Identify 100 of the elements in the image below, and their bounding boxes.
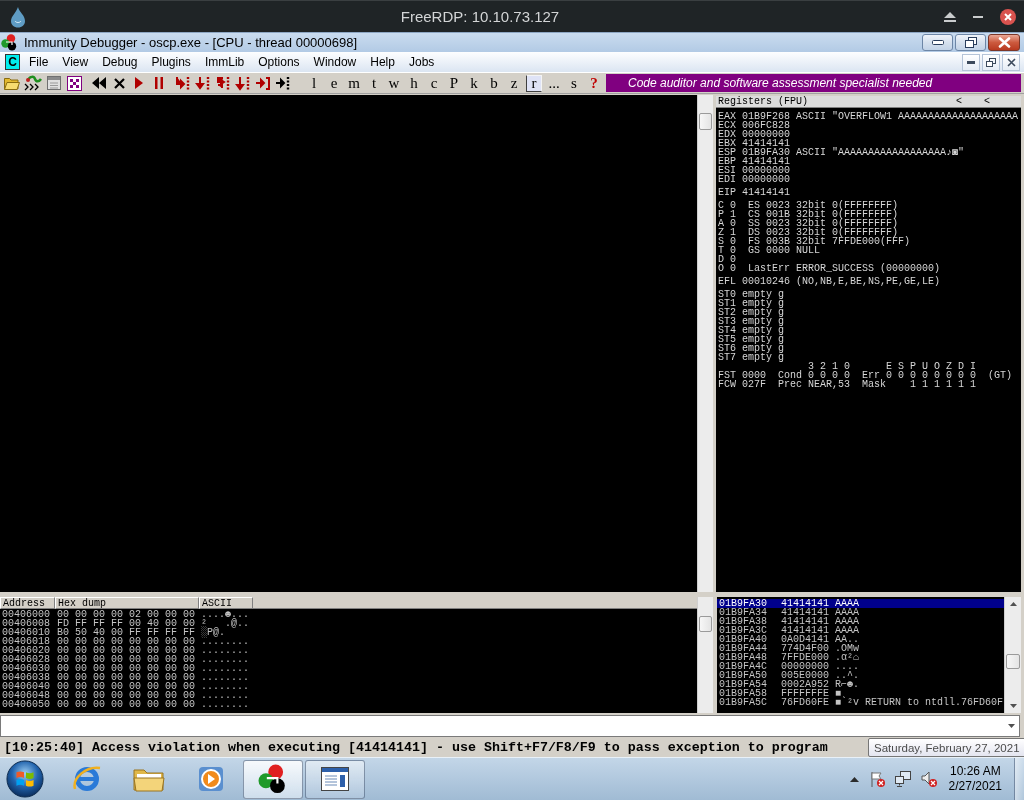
start-orb-icon[interactable] — [6, 760, 44, 798]
taskbar-button[interactable] — [305, 759, 365, 799]
arrow-down-dots-icon[interactable] — [194, 75, 210, 91]
stack-address-cell[interactable]: 01B9FA48 — [717, 653, 779, 662]
folder-icon[interactable] — [4, 76, 20, 90]
letter-button[interactable]: ... — [546, 74, 562, 92]
letter-button[interactable]: h — [406, 74, 422, 92]
letter-button[interactable]: e — [326, 74, 342, 92]
close-icon[interactable] — [1000, 8, 1016, 25]
eject-icon[interactable] — [944, 11, 956, 22]
close-icon[interactable] — [113, 77, 125, 89]
stack-address-cell[interactable]: 01B9FA50 — [717, 671, 779, 680]
letter-button[interactable]: s — [566, 74, 582, 92]
stack-value-cell[interactable]: 00000000 — [779, 662, 833, 671]
arrow-down-dots-icon[interactable] — [234, 75, 250, 91]
stack-ascii-cell[interactable]: AA.. — [833, 635, 1004, 644]
stack-address-cell[interactable]: 01B9FA40 — [717, 635, 779, 644]
show-desktop-button[interactable] — [1014, 758, 1024, 800]
stack-ascii-cell[interactable]: AAAA — [833, 599, 1004, 608]
stack-ascii-cell[interactable]: .... — [833, 662, 1004, 671]
stack-ascii-cell[interactable]: AAAA — [833, 617, 1004, 626]
child-close-button[interactable] — [1002, 53, 1020, 71]
scrollbar[interactable] — [697, 597, 713, 713]
arrow-right-dots-icon[interactable] — [274, 75, 290, 91]
arrow-button[interactable]: < — [983, 96, 991, 107]
column-header[interactable]: ASCII — [199, 597, 253, 609]
letter-button[interactable]: r — [526, 74, 542, 92]
bent-arrow-dots-icon[interactable] — [174, 75, 190, 91]
menu-item[interactable]: Window — [306, 53, 364, 71]
column-header[interactable]: Hex dump — [55, 597, 199, 609]
letter-button[interactable]: m — [346, 74, 362, 92]
rewind-icon[interactable] — [92, 77, 106, 89]
stack-address-cell[interactable]: 01B9FA4C — [717, 662, 779, 671]
child-restore-button[interactable] — [982, 53, 1000, 71]
menu-item[interactable]: Debug — [95, 53, 145, 71]
clock-time[interactable]: 10:26 AM — [949, 764, 1001, 779]
stack-address-cell[interactable]: 01B9FA34 — [717, 608, 779, 617]
chevron-up-icon[interactable] — [849, 776, 859, 782]
stack-address-cell[interactable]: 01B9FA3C — [717, 626, 779, 635]
stack-address-cell[interactable]: 01B9FA54 — [717, 680, 779, 689]
letter-button[interactable]: b — [486, 74, 502, 92]
stack-value-cell[interactable]: 774D4F00 — [779, 644, 833, 653]
flag-error-icon[interactable] — [868, 771, 885, 787]
network-icon[interactable] — [894, 771, 911, 787]
stack-value-cell[interactable]: 41414141 — [779, 608, 833, 617]
stack-ascii-cell[interactable]: .OMw — [833, 644, 1004, 653]
arrow-bracket-icon[interactable] — [254, 75, 270, 91]
child-window-menu-button[interactable]: C — [5, 54, 20, 70]
scroll-thumb[interactable] — [699, 113, 712, 130]
triangle-down-icon[interactable] — [1009, 704, 1017, 708]
letter-button[interactable]: z — [506, 74, 522, 92]
minimize-button[interactable] — [922, 34, 953, 51]
stack-ascii-cell[interactable]: AAAA — [833, 626, 1004, 635]
column-header[interactable]: Address — [0, 597, 55, 609]
menu-item[interactable]: Plugins — [144, 53, 198, 71]
menu-item[interactable]: View — [55, 53, 96, 71]
menu-item[interactable]: File — [22, 53, 56, 71]
letter-button[interactable]: P — [446, 74, 462, 92]
triangle-up-icon[interactable] — [1009, 602, 1017, 606]
restore-button[interactable] — [955, 34, 986, 51]
scrollbar[interactable] — [697, 95, 713, 592]
menu-item[interactable]: Jobs — [401, 53, 442, 71]
stack-comment-cell[interactable]: RETURN to ntdll.76FD60F — [863, 698, 1004, 707]
stack-address-cell[interactable]: 01B9FA58 — [717, 689, 779, 698]
taskbar-button[interactable] — [243, 759, 303, 799]
pattern-grid-icon[interactable] — [66, 75, 82, 91]
stack-value-cell[interactable]: 41414141 — [779, 599, 833, 608]
stack-ascii-cell[interactable]: R⌐☻. — [833, 680, 1004, 689]
zigzag-arrow-dots-icon[interactable] — [214, 75, 230, 91]
stack-value-cell[interactable]: 7FFDE000 — [779, 653, 833, 662]
stack-ascii-cell[interactable]: ..^. — [833, 671, 1004, 680]
letter-button[interactable]: w — [386, 74, 402, 92]
stack-value-cell[interactable]: FFFFFFFE — [779, 689, 833, 698]
close-button[interactable] — [988, 34, 1020, 51]
stack-value-cell[interactable]: 41414141 — [779, 626, 833, 635]
help-button[interactable]: ? — [586, 74, 602, 92]
letter-button[interactable]: t — [366, 74, 382, 92]
stack-value-cell[interactable]: 0002A952 — [779, 680, 833, 689]
scroll-thumb[interactable] — [1006, 654, 1020, 669]
window-icon[interactable] — [47, 76, 61, 90]
stack-ascii-cell[interactable]: .α²⌂ — [833, 653, 1004, 662]
speaker-muted-icon[interactable] — [920, 771, 937, 787]
stack-value-cell[interactable]: 0A0D4141 — [779, 635, 833, 644]
play-icon[interactable] — [135, 77, 143, 89]
child-minimize-button[interactable] — [962, 53, 980, 71]
scrollbar[interactable] — [1004, 597, 1021, 713]
clock-date[interactable]: 2/27/2021 — [948, 779, 1002, 794]
letter-button[interactable]: l — [306, 74, 322, 92]
stack-value-cell[interactable]: 41414141 — [779, 617, 833, 626]
pause-icon[interactable] — [155, 77, 163, 89]
stack-ascii-cell[interactable]: AAAA — [833, 608, 1004, 617]
stack-value-cell[interactable]: 005E0000 — [779, 671, 833, 680]
stack-address-cell[interactable]: 01B9FA38 — [717, 617, 779, 626]
letter-button[interactable]: c — [426, 74, 442, 92]
menu-item[interactable]: Help — [363, 53, 402, 71]
arrow-button[interactable]: < — [955, 96, 963, 107]
snake-arrows-icon[interactable] — [23, 74, 43, 92]
stack-address-cell[interactable]: 01B9FA44 — [717, 644, 779, 653]
stack-ascii-cell[interactable]: ■`²v — [833, 698, 863, 707]
stack-address-cell[interactable]: 01B9FA30 — [717, 599, 779, 608]
